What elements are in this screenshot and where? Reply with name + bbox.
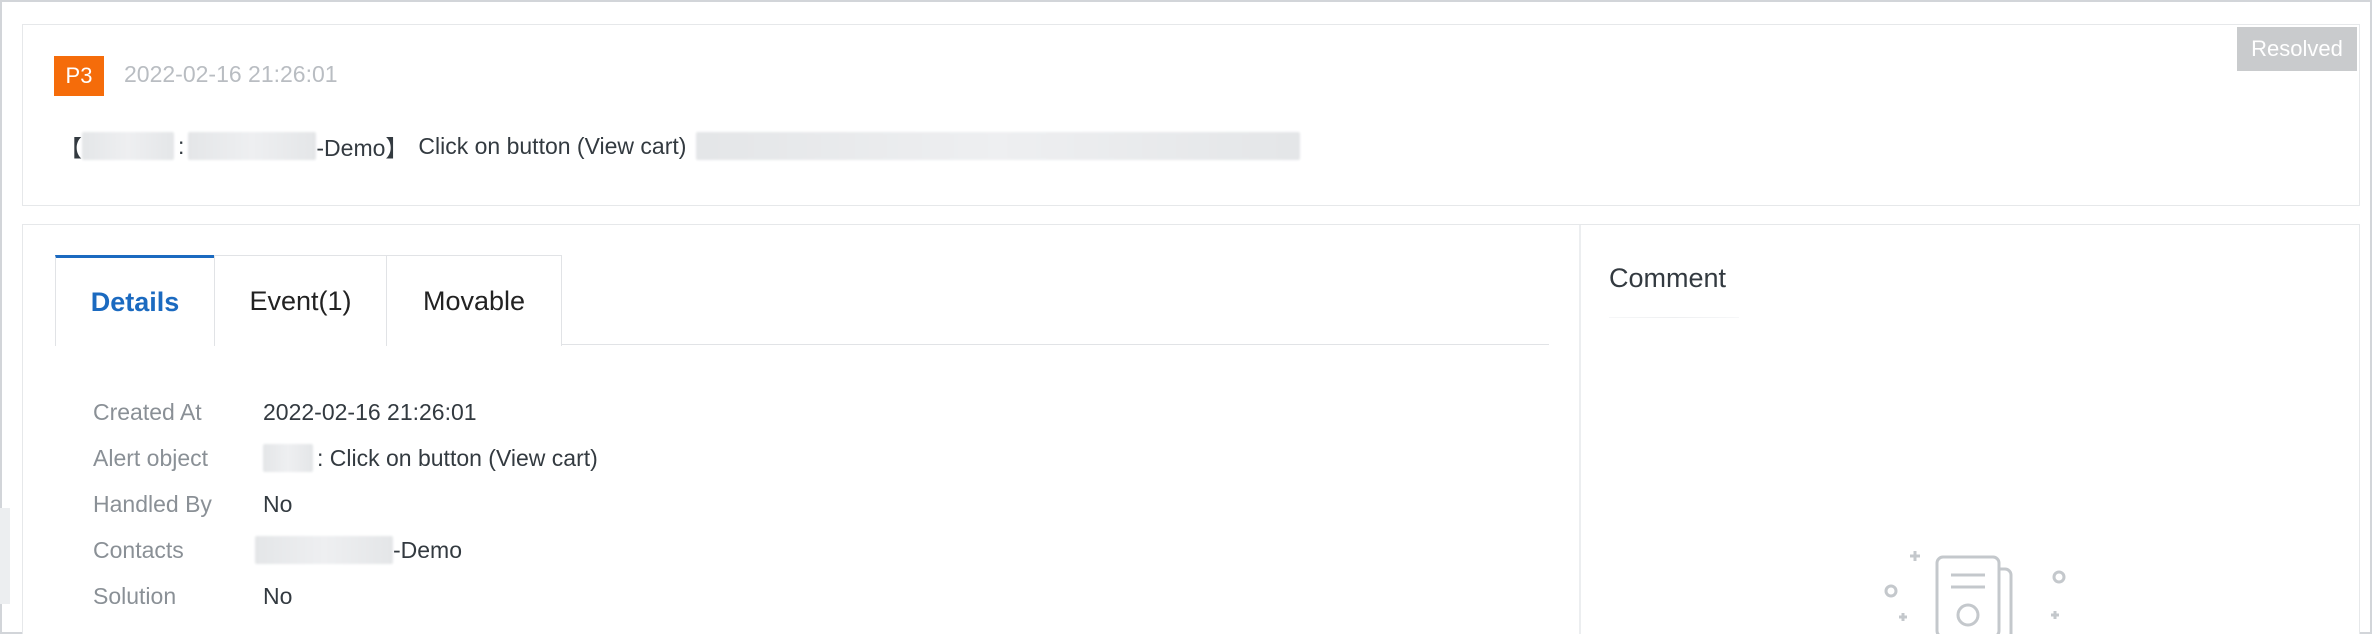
priority-badge: P3 [54, 56, 104, 96]
alert-object-value-wrap: : Click on button (View cart) [263, 444, 598, 472]
handled-by-value: No [263, 490, 293, 517]
alert-bracket-open: 【 [59, 135, 82, 161]
alert-object-label: Alert object [93, 444, 209, 471]
redacted-contact-name [255, 536, 393, 564]
handled-by-label: Handled By [93, 490, 212, 517]
alert-header-card: P3 2022-02-16 21:26:01 Resolved 【 : -Dem… [22, 24, 2360, 206]
side-scroll-edge [0, 508, 10, 604]
tab-event[interactable]: Event(1) [214, 255, 387, 346]
detail-tabs: Details Event(1) Movable [55, 255, 1549, 346]
contacts-label: Contacts [93, 536, 184, 563]
alert-timestamp: 2022-02-16 21:26:01 [124, 61, 338, 87]
contacts-value-wrap: -Demo [255, 536, 462, 564]
solution-label: Solution [93, 582, 177, 609]
redacted-alert-detail [696, 132, 1301, 160]
comment-rule [1609, 317, 1739, 318]
redacted-alert-object [263, 444, 313, 472]
panel-divider [1579, 225, 1581, 634]
contacts-value: -Demo [393, 536, 463, 563]
tab-movable[interactable]: Movable [386, 255, 562, 346]
comment-title: Comment [1609, 263, 1727, 293]
tab-details[interactable]: Details [55, 255, 215, 346]
solution-value: No [263, 582, 293, 609]
detail-row-solution: Solution No [93, 579, 292, 613]
detail-row-handled-by: Handled By No [93, 487, 292, 521]
alert-title: 【 : -Demo】 Click on button (View cart) [59, 129, 1301, 163]
empty-document-icon [1884, 551, 2066, 634]
status-badge: Resolved [2237, 27, 2357, 71]
alert-app-suffix: -Demo】 [316, 135, 409, 161]
created-at-value: 2022-02-16 21:26:01 [263, 398, 477, 425]
redacted-app-id [188, 132, 317, 160]
alert-message: Click on button (View cart) [418, 132, 687, 159]
detail-row-contacts: Contacts -Demo [93, 533, 462, 567]
created-at-label: Created At [93, 398, 202, 425]
alert-object-value: : Click on button (View cart) [317, 444, 598, 471]
alert-detail-card: Details Event(1) Movable Created At 2022… [22, 224, 2360, 634]
redacted-app-name [82, 132, 174, 160]
detail-row-created-at: Created At 2022-02-16 21:26:01 [93, 395, 477, 429]
alert-colon: : [178, 132, 185, 159]
detail-row-alert-object: Alert object : Click on button (View car… [93, 441, 598, 475]
